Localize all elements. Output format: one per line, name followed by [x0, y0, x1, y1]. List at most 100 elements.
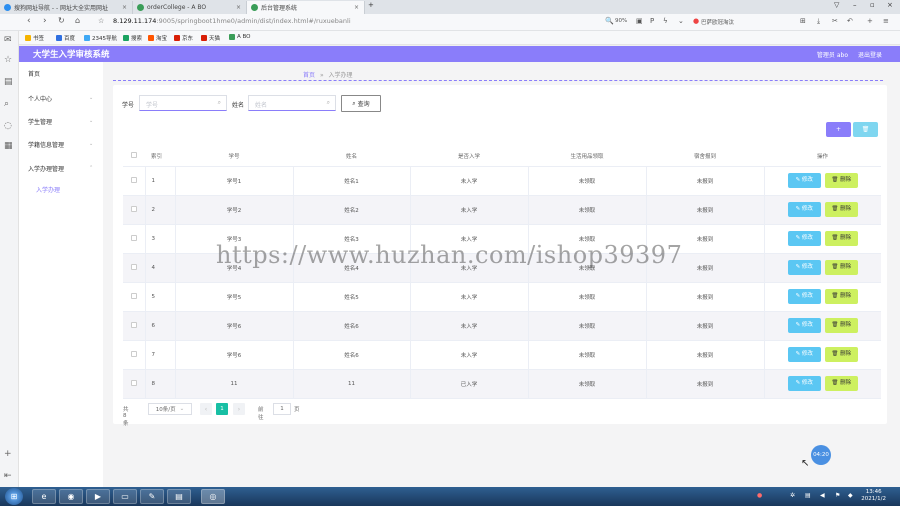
restore-icon[interactable]: ▫ [870, 1, 875, 9]
zoom-icon[interactable]: 🔍 [605, 17, 614, 25]
star-icon[interactable]: ☆ [98, 17, 104, 25]
delete-button[interactable]: 🗑 删除 [824, 318, 858, 333]
add-icon[interactable]: + [867, 17, 873, 25]
edit-button[interactable]: ✎ 修改 [787, 260, 821, 275]
bookmark-item[interactable]: 淘宝 [148, 34, 167, 42]
menu-item-personal-center[interactable]: 个人中心 [28, 94, 52, 103]
reload-icon[interactable]: ↻ [58, 16, 65, 25]
page-size-select[interactable]: 10条/页 ⌄ [148, 403, 192, 415]
edit-button[interactable]: ✎ 修改 [787, 231, 821, 246]
download-icon[interactable]: ⤓ [817, 17, 820, 26]
floating-timer-button[interactable]: 04:20 [811, 445, 831, 465]
close-icon[interactable]: × [236, 4, 241, 11]
add-icon[interactable]: + [4, 449, 12, 459]
delete-button[interactable]: 🗑 删除 [824, 173, 858, 188]
row-checkbox[interactable] [123, 224, 146, 254]
query-button[interactable]: ⌕ 查询 [341, 95, 381, 112]
page-number-current[interactable]: 1 [216, 403, 228, 415]
browser-tab-2[interactable]: orderCollege - A BO × [133, 1, 247, 14]
bookmark-item[interactable]: 百度 [56, 34, 75, 42]
edit-button[interactable]: ✎ 修改 [787, 173, 821, 188]
close-icon[interactable]: × [122, 4, 127, 11]
menu-item-student-management[interactable]: 学生管理 [28, 117, 52, 126]
tray-app-icon[interactable]: ● [757, 492, 762, 499]
edit-button[interactable]: ✎ 修改 [787, 347, 821, 362]
cut-icon[interactable]: ✂ [832, 17, 838, 25]
menu-item-enrollment-management[interactable]: 入学办理管理 [28, 164, 64, 173]
row-checkbox[interactable] [123, 369, 146, 399]
tray-wifi-icon[interactable]: ◆ [848, 492, 853, 499]
mail-icon[interactable]: ✉ [4, 35, 12, 45]
search-hint[interactable]: 巴萨欧冠淘汰 [701, 18, 734, 26]
tray-settings-icon[interactable]: ✲ [790, 492, 795, 499]
browser-icon[interactable]: ◎ [201, 489, 225, 504]
home-icon[interactable]: ⌂ [75, 16, 80, 25]
bookmark-item[interactable]: 京东 [174, 34, 193, 42]
tray-volume-icon[interactable]: ◀ [820, 492, 825, 499]
edit-button[interactable]: ✎ 修改 [787, 376, 821, 391]
extension-icon[interactable]: ⊞ [800, 17, 806, 25]
close-window-icon[interactable]: × [887, 1, 893, 9]
shield-icon[interactable]: ▽ [834, 1, 839, 9]
translate-icon[interactable]: P [650, 17, 654, 25]
menu-subitem-enrollment[interactable]: 入学办理 [36, 185, 60, 194]
prev-page-button[interactable]: ‹ [200, 403, 212, 415]
delete-button[interactable]: 🗑 删除 [824, 202, 858, 217]
collapse-icon[interactable]: ⇤ [4, 471, 12, 481]
row-checkbox[interactable] [123, 311, 146, 341]
row-checkbox[interactable] [123, 282, 146, 312]
chat-icon[interactable]: ◌ [4, 121, 12, 131]
breadcrumb-home[interactable]: 首页 [303, 72, 315, 79]
delete-button[interactable]: 🗑 删除 [824, 347, 858, 362]
lightning-icon[interactable]: ϟ [663, 17, 668, 25]
tray-flag-icon[interactable]: ⚑ [835, 492, 840, 499]
zoom-level[interactable]: 90% [615, 18, 627, 24]
bookmark-item[interactable]: 天猫 [201, 34, 220, 42]
screenshot-icon[interactable]: ▣ [636, 17, 643, 25]
tray-network-icon[interactable]: ▤ [805, 492, 811, 499]
close-icon[interactable]: × [354, 4, 359, 11]
browser-tab-1[interactable]: 搜狗网址导航 - - 网址大全实用网址 × [0, 1, 133, 14]
delete-button[interactable]: 🗑 删除 [824, 289, 858, 304]
search-icon[interactable]: ⌕ [4, 99, 9, 109]
edit-button[interactable]: ✎ 修改 [787, 202, 821, 217]
next-page-button[interactable]: › [233, 403, 245, 415]
select-all-checkbox[interactable] [123, 147, 145, 167]
delete-button[interactable]: 🗑 删除 [824, 231, 858, 246]
menu-item-home[interactable]: 首页 [28, 69, 40, 78]
menu-item-student-records[interactable]: 学籍信息管理 [28, 140, 64, 149]
url-field[interactable]: 8.129.11.174:9005/springboot1hme0/admin/… [113, 17, 351, 25]
bookmark-item[interactable]: 书签 [25, 34, 44, 42]
star-icon[interactable]: ☆ [4, 55, 12, 65]
bookmark-item[interactable]: 2345导航 [84, 34, 117, 42]
add-button[interactable]: + [826, 122, 851, 137]
menu-icon[interactable]: ≡ [883, 17, 889, 25]
search-engine-icon[interactable]: ● [693, 17, 699, 25]
minimize-icon[interactable]: – [853, 1, 857, 9]
back-icon[interactable]: ‹ [27, 16, 31, 26]
browser-tab-3[interactable]: 后台管理系统 × [247, 1, 365, 14]
document-icon[interactable]: ▤ [167, 489, 191, 504]
forward-icon[interactable]: › [43, 16, 47, 26]
bookmark-item[interactable]: A BO [229, 34, 251, 40]
bookmark-item[interactable]: 搜索 [123, 34, 142, 42]
row-checkbox[interactable] [123, 166, 146, 196]
notes-icon[interactable]: ▦ [4, 141, 13, 151]
media-player-icon[interactable]: ▶ [86, 489, 110, 504]
book-icon[interactable]: ▤ [4, 77, 13, 87]
undo-icon[interactable]: ↶ [847, 17, 853, 25]
clock[interactable]: 13:46 2021/1/2 [861, 489, 886, 503]
delete-button[interactable]: 🗑 删除 [824, 260, 858, 275]
edit-button[interactable]: ✎ 修改 [787, 289, 821, 304]
logout-button[interactable]: 退出登录 [858, 50, 882, 59]
start-button[interactable]: ⊞ [5, 488, 23, 505]
student-id-input[interactable]: 学号 ⌕ [139, 95, 227, 111]
batch-delete-button[interactable]: 🗑 [853, 122, 878, 137]
delete-button[interactable]: 🗑 删除 [824, 376, 858, 391]
file-explorer-icon[interactable]: ▭ [113, 489, 137, 504]
goto-page-input[interactable]: 1 [273, 403, 291, 415]
tools-icon[interactable]: ✎ [140, 489, 164, 504]
dropdown-icon[interactable]: ⌄ [678, 17, 684, 25]
row-checkbox[interactable] [123, 340, 146, 370]
name-input[interactable]: 姓名 ⌕ [248, 95, 336, 111]
